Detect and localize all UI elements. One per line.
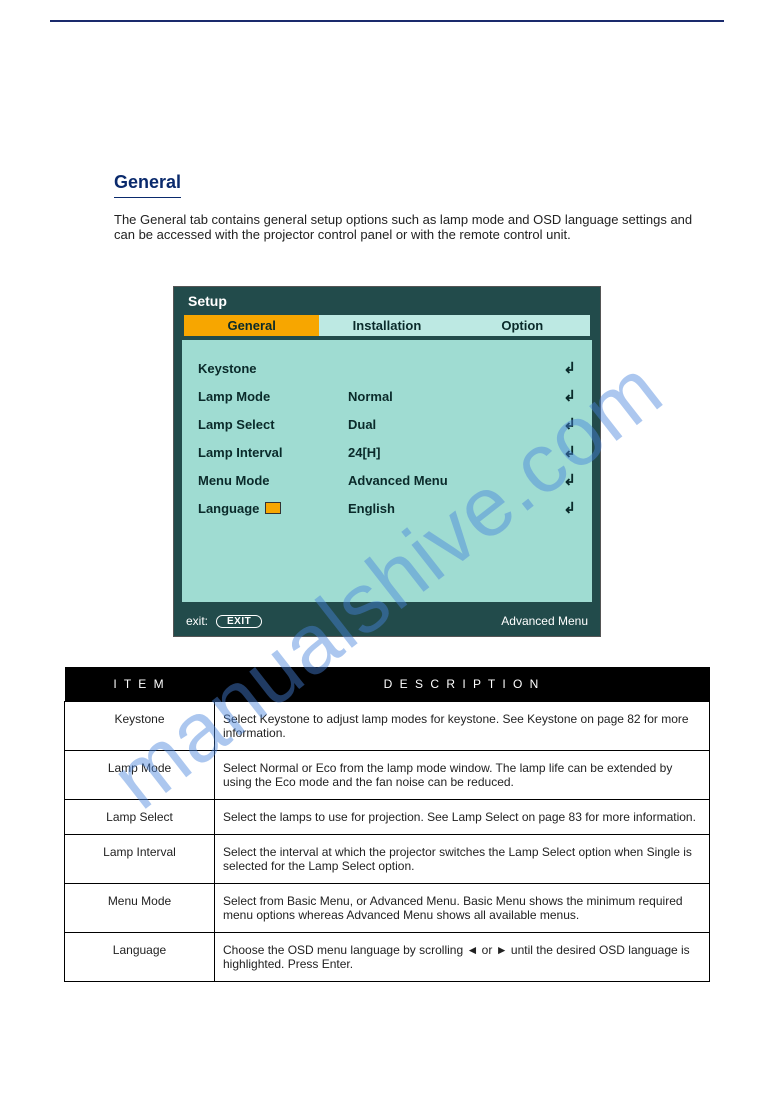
enter-arrow-icon: ↲: [558, 387, 576, 405]
table-row: Lamp Select Select the lamps to use for …: [65, 800, 710, 835]
section-description: The General tab contains general setup o…: [114, 212, 710, 242]
osd-tab-installation[interactable]: Installation: [319, 315, 454, 336]
table-cell-item: Lamp Select: [65, 800, 215, 835]
osd-footer-right: Advanced Menu: [501, 614, 588, 628]
osd-row-label-text: Language: [198, 501, 259, 516]
osd-window: Setup General Installation Option Keysto…: [173, 286, 601, 637]
enter-arrow-icon: ↲: [558, 443, 576, 461]
osd-row-value: 24[H]: [348, 445, 558, 460]
table-cell-item: Lamp Interval: [65, 835, 215, 884]
osd-screenshot: Setup General Installation Option Keysto…: [64, 286, 710, 637]
table-row: Menu Mode Select from Basic Menu, or Adv…: [65, 884, 710, 933]
osd-row-label: Menu Mode: [198, 473, 348, 488]
exit-button-icon: EXIT: [216, 615, 262, 628]
osd-body: Keystone ↲ Lamp Mode Normal ↲ Lamp Selec…: [182, 340, 592, 602]
osd-row-lamp-select[interactable]: Lamp Select Dual ↲: [198, 410, 576, 438]
table-cell-desc: Select from Basic Menu, or Advanced Menu…: [215, 884, 710, 933]
osd-tab-option[interactable]: Option: [455, 315, 590, 336]
enter-arrow-icon: ↲: [558, 471, 576, 489]
osd-row-lamp-mode[interactable]: Lamp Mode Normal ↲: [198, 382, 576, 410]
osd-row-language[interactable]: Language English ↲: [198, 494, 576, 522]
osd-footer-exit-label: exit:: [186, 614, 208, 628]
osd-row-value: English: [348, 501, 558, 516]
osd-tab-general[interactable]: General: [184, 315, 319, 336]
osd-row-label: Keystone: [198, 361, 348, 376]
table-cell-desc: Select the interval at which the project…: [215, 835, 710, 884]
table-cell-item: Menu Mode: [65, 884, 215, 933]
table-cell-desc: Select Keystone to adjust lamp modes for…: [215, 702, 710, 751]
table-head-item: I T E M: [65, 667, 215, 702]
enter-arrow-icon: ↲: [558, 359, 576, 377]
table-cell-desc: Select Normal or Eco from the lamp mode …: [215, 751, 710, 800]
osd-row-label: Language: [198, 501, 348, 516]
table-cell-desc: Choose the OSD menu language by scrollin…: [215, 933, 710, 982]
section-heading: General: [114, 172, 181, 198]
table-head-desc: D E S C R I P T I O N: [215, 667, 710, 702]
enter-arrow-icon: ↲: [558, 415, 576, 433]
table-row: Keystone Select Keystone to adjust lamp …: [65, 702, 710, 751]
osd-row-value: Advanced Menu: [348, 473, 558, 488]
description-table: I T E M D E S C R I P T I O N Keystone S…: [64, 667, 710, 982]
table-cell-desc: Select the lamps to use for projection. …: [215, 800, 710, 835]
osd-row-lamp-interval[interactable]: Lamp Interval 24[H] ↲: [198, 438, 576, 466]
osd-row-label: Lamp Interval: [198, 445, 348, 460]
page-content: General The General tab contains general…: [0, 22, 774, 1022]
table-row: Lamp Mode Select Normal or Eco from the …: [65, 751, 710, 800]
osd-footer: exit: EXIT Advanced Menu: [174, 608, 600, 636]
osd-footer-left: exit: EXIT: [186, 614, 262, 628]
table-cell-item: Keystone: [65, 702, 215, 751]
osd-row-menu-mode[interactable]: Menu Mode Advanced Menu ↲: [198, 466, 576, 494]
osd-row-label: Lamp Select: [198, 417, 348, 432]
section: General The General tab contains general…: [114, 172, 710, 242]
table-cell-item: Language: [65, 933, 215, 982]
osd-row-value: Dual: [348, 417, 558, 432]
osd-row-label: Lamp Mode: [198, 389, 348, 404]
language-icon: [265, 502, 281, 514]
osd-title: Setup: [174, 287, 600, 315]
osd-row-value: Normal: [348, 389, 558, 404]
table-row: Lamp Interval Select the interval at whi…: [65, 835, 710, 884]
osd-tabs: General Installation Option: [174, 315, 600, 340]
enter-arrow-icon: ↲: [558, 499, 576, 517]
osd-row-keystone[interactable]: Keystone ↲: [198, 354, 576, 382]
table-row: Language Choose the OSD menu language by…: [65, 933, 710, 982]
table-cell-item: Lamp Mode: [65, 751, 215, 800]
description-table-wrap: I T E M D E S C R I P T I O N Keystone S…: [64, 667, 710, 982]
